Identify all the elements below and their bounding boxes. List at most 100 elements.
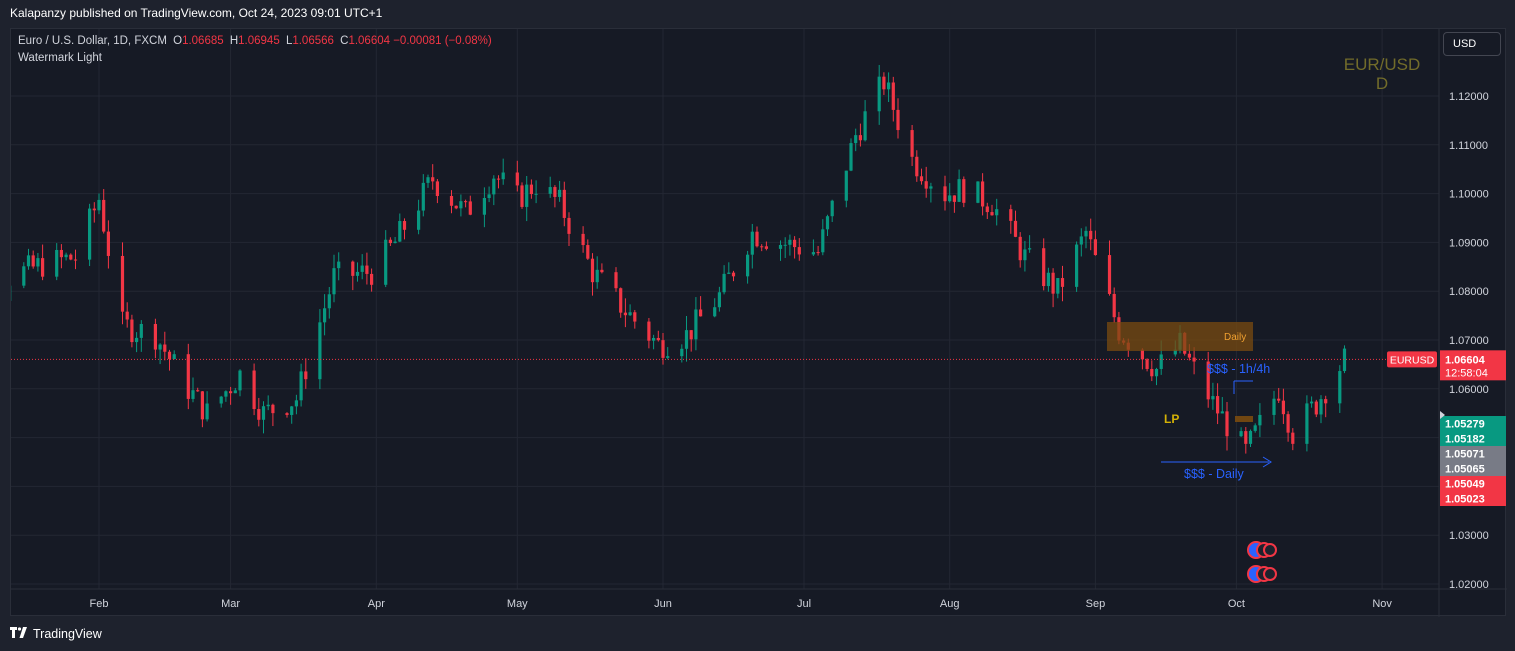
candle-body (1305, 403, 1309, 444)
price-tag: 1.05023 (1445, 494, 1485, 506)
liquidity-daily-label: $$$ - Daily (1184, 467, 1244, 481)
candle-body (186, 354, 190, 399)
candle-body (102, 199, 106, 232)
candle-body (985, 206, 989, 213)
candle-body (849, 143, 853, 171)
candle-body (1211, 396, 1215, 400)
time-tick-label: Oct (1228, 598, 1245, 610)
candle-body (266, 404, 270, 407)
last-price-countdown: 12:58:04 (1445, 367, 1488, 379)
candle-body (562, 189, 566, 218)
candle-body (515, 172, 519, 186)
candle-body (355, 271, 360, 276)
candle-body (661, 340, 665, 358)
candle-body (332, 268, 336, 295)
symbol-title: Euro / U.S. Dollar, 1D, FXCM (18, 35, 167, 47)
candle-body (36, 258, 40, 267)
candle-body (981, 181, 985, 207)
candle-body (224, 391, 228, 397)
price-tick-label: 1.09000 (1449, 237, 1489, 249)
candle-body (811, 252, 815, 255)
high-label: H (229, 35, 239, 47)
candle-body (191, 390, 195, 399)
candle-body (656, 337, 660, 341)
candle-body (487, 194, 491, 199)
candle-body (882, 76, 886, 90)
candle-body (501, 172, 505, 180)
candle-body (1046, 272, 1050, 287)
candle-body (1277, 398, 1281, 401)
candle-body (750, 231, 754, 255)
candle-body (731, 272, 736, 277)
candle-body (952, 195, 956, 202)
tradingview-logo[interactable]: TradingView (10, 626, 102, 641)
candle-body (64, 254, 68, 258)
candle-body (459, 201, 463, 209)
price-tick-label: 1.10000 (1449, 189, 1489, 201)
currency-button[interactable]: USD (1443, 32, 1501, 56)
candle-body (1314, 401, 1318, 415)
candle-body (717, 292, 721, 308)
candle-body (1023, 249, 1027, 261)
candle-body (1310, 401, 1314, 404)
candle-body (167, 351, 172, 360)
time-tick-label: Jul (797, 598, 811, 610)
last-price-value: 1.06604 (1445, 354, 1486, 366)
candle-body (830, 200, 834, 217)
chart-canvas[interactable]: Daily$$$ - 1h/4h$$$ - DailyLP 1.120001.1… (11, 29, 1507, 617)
candle-body (426, 177, 430, 183)
candle-body (290, 406, 294, 415)
candle-body (130, 319, 134, 343)
candle-body (581, 233, 585, 246)
candle-body (1075, 244, 1079, 287)
candle-body (261, 406, 266, 420)
candle-body (468, 201, 472, 215)
candle-body (1159, 354, 1163, 369)
candle-body (976, 181, 980, 203)
candle-body (699, 309, 703, 317)
time-tick-label: Nov (1372, 598, 1392, 610)
candle-body (365, 265, 369, 274)
candle-body (238, 370, 242, 391)
candle-body (755, 231, 759, 247)
candle-body (1112, 293, 1116, 318)
candle-body (435, 181, 439, 196)
candle-body (910, 130, 914, 157)
candle-body (1253, 425, 1257, 431)
chart-frame[interactable]: Daily $$$ - 1h/4h $$$ - Daily LP 1.12000 1.1… (10, 28, 1507, 617)
indicator-legend[interactable]: Watermark Light (18, 52, 102, 64)
candle-body (858, 135, 862, 141)
price-tick-label: 1.11000 (1449, 140, 1488, 152)
high-value: 1.06945 (238, 35, 280, 47)
price-tick-label: 1.08000 (1449, 286, 1489, 298)
candle-body (153, 323, 157, 350)
candle-body (388, 239, 392, 244)
candle-body (1060, 278, 1065, 287)
candle-body (520, 185, 524, 207)
candle-body (196, 390, 200, 392)
candle-body (1272, 398, 1276, 415)
candle-body (1216, 396, 1220, 414)
candle-body (924, 181, 928, 189)
candle-body (558, 189, 562, 197)
candle-body (628, 312, 632, 316)
candle-body (88, 208, 92, 260)
candle-body (647, 321, 651, 341)
candle-body (948, 195, 952, 202)
candle-body (548, 187, 552, 194)
symbol-legend[interactable]: Euro / U.S. Dollar, 1D, FXCM O1.06685 H1… (18, 35, 492, 47)
candle-body (778, 244, 783, 249)
candle-body (318, 322, 322, 380)
symbol-watermark: EUR/USD D (1322, 55, 1442, 93)
candle-body (454, 205, 458, 209)
candle-body (327, 294, 331, 309)
candle-body (1145, 359, 1149, 369)
candle-body (525, 184, 529, 207)
candle-body (384, 239, 388, 285)
tradingview-icon (10, 626, 28, 641)
candle-body (431, 177, 435, 182)
candle-body (1187, 353, 1191, 358)
candle-body (1192, 357, 1196, 362)
candle-body (746, 254, 750, 277)
candle-body (1056, 278, 1060, 294)
